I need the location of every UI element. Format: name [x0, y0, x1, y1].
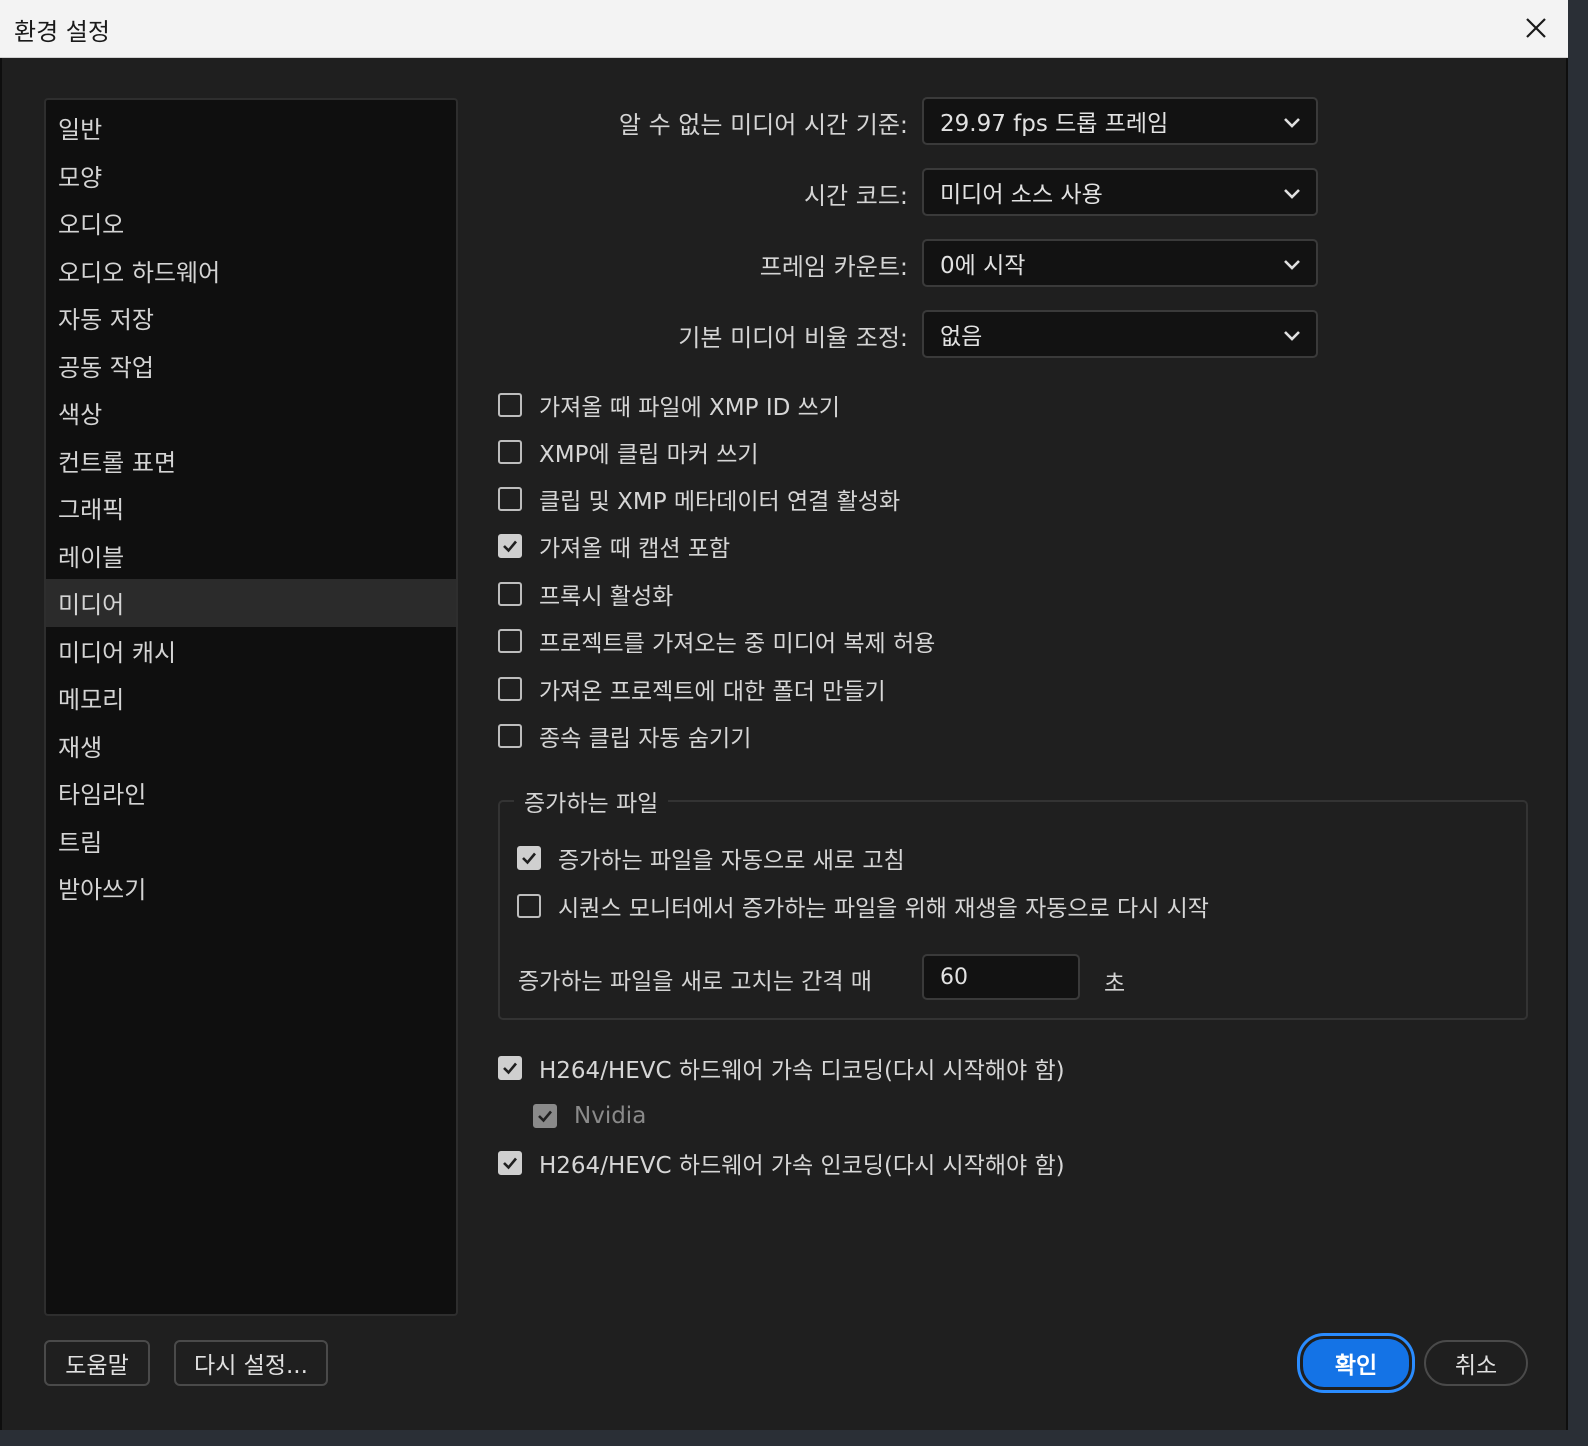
sidebar-item-collaboration[interactable]: 공동 작업 [46, 342, 456, 390]
hide-subclips-label: 종속 클립 자동 숨기기 [539, 726, 752, 752]
timecode-value: 미디어 소스 사용 [940, 182, 1103, 208]
timebase-label: 알 수 없는 미디어 시간 기준: [618, 111, 908, 139]
title-bar: 환경 설정 [0, 0, 1568, 58]
timecode-dropdown[interactable]: 미디어 소스 사용 [922, 168, 1318, 216]
auto-restart-option[interactable]: 시퀀스 모니터에서 증가하는 파일을 위해 재생을 자동으로 다시 시작 [517, 890, 1209, 922]
sidebar-item-appearance[interactable]: 모양 [46, 152, 456, 200]
nvidia-option: Nvidia [533, 1100, 646, 1132]
growing-files-legend: 증가하는 파일 [514, 784, 669, 818]
bins-label: 가져온 프로젝트에 대한 폴더 만들기 [539, 679, 886, 705]
hw-decode-checkbox[interactable] [498, 1056, 522, 1080]
ok-button[interactable]: 확인 [1300, 1336, 1412, 1390]
sidebar-item-media[interactable]: 미디어 [46, 579, 456, 627]
desktop-edge-bottom [0, 1430, 1588, 1446]
hw-encode-option[interactable]: H264/HEVC 하드웨어 가속 인코딩(다시 시작해야 함) [498, 1147, 1065, 1179]
auto-refresh-option[interactable]: 증가하는 파일을 자동으로 새로 고침 [517, 842, 905, 874]
window-title: 환경 설정 [14, 18, 110, 46]
close-button[interactable] [1518, 10, 1554, 46]
auto-refresh-label: 증가하는 파일을 자동으로 새로 고침 [558, 848, 905, 874]
xmp-id-option[interactable]: 가져올 때 파일에 XMP ID 쓰기 [498, 389, 840, 421]
sidebar-item-general[interactable]: 일반 [46, 104, 456, 152]
scaling-row: 기본 미디어 비율 조정: 없음 [502, 310, 1318, 358]
hw-encode-label: H264/HEVC 하드웨어 가속 인코딩(다시 시작해야 함) [539, 1153, 1065, 1179]
chevron-down-icon [1284, 260, 1300, 270]
sidebar-item-playback[interactable]: 재생 [46, 722, 456, 770]
timebase-dropdown[interactable]: 29.97 fps 드롭 프레임 [922, 97, 1318, 145]
xmp-link-label: 클립 및 XMP 메타데이터 연결 활성화 [539, 489, 901, 515]
checkmark-icon [538, 1110, 552, 1123]
captions-label: 가져올 때 캡션 포함 [539, 536, 731, 562]
timecode-row: 시간 코드: 미디어 소스 사용 [502, 168, 1318, 216]
sidebar-item-audio-hardware[interactable]: 오디오 하드웨어 [46, 247, 456, 295]
frame-count-label: 프레임 카운트: [759, 253, 908, 281]
refresh-interval-unit: 초 [1104, 971, 1126, 997]
hw-decode-label: H264/HEVC 하드웨어 가속 디코딩(다시 시작해야 함) [539, 1058, 1065, 1084]
chevron-down-icon [1284, 189, 1300, 199]
proxies-checkbox[interactable] [498, 582, 522, 606]
checkmark-icon [503, 1062, 517, 1075]
checkmark-icon [503, 540, 517, 553]
sidebar-item-audio[interactable]: 오디오 [46, 199, 456, 247]
xmp-id-checkbox[interactable] [498, 393, 522, 417]
nvidia-label: Nvidia [574, 1103, 647, 1129]
timecode-label: 시간 코드: [803, 182, 908, 210]
checkmark-icon [522, 852, 536, 865]
auto-restart-label: 시퀀스 모니터에서 증가하는 파일을 위해 재생을 자동으로 다시 시작 [558, 896, 1209, 922]
chevron-down-icon [1284, 331, 1300, 341]
xmp-markers-option[interactable]: XMP에 클립 마커 쓰기 [498, 436, 759, 468]
sidebar: 일반 모양 오디오 오디오 하드웨어 자동 저장 공동 작업 색상 컨트롤 표면… [44, 98, 458, 1316]
sidebar-item-trim[interactable]: 트림 [46, 817, 456, 865]
scaling-label: 기본 미디어 비율 조정: [678, 324, 908, 352]
checkmark-icon [503, 1157, 517, 1170]
duplicate-media-option[interactable]: 프로젝트를 가져오는 중 미디어 복제 허용 [498, 625, 935, 657]
sidebar-item-timeline[interactable]: 타임라인 [46, 769, 456, 817]
bins-option[interactable]: 가져온 프로젝트에 대한 폴더 만들기 [498, 673, 886, 705]
preferences-dialog: 일반 모양 오디오 오디오 하드웨어 자동 저장 공동 작업 색상 컨트롤 표면… [0, 58, 1568, 1430]
proxies-option[interactable]: 프록시 활성화 [498, 578, 673, 610]
captions-checkbox[interactable] [498, 534, 522, 558]
xmp-link-option[interactable]: 클립 및 XMP 메타데이터 연결 활성화 [498, 483, 900, 515]
xmp-markers-label: XMP에 클립 마커 쓰기 [539, 442, 759, 468]
hw-decode-option[interactable]: H264/HEVC 하드웨어 가속 디코딩(다시 시작해야 함) [498, 1052, 1065, 1084]
sidebar-item-graphics[interactable]: 그래픽 [46, 484, 456, 532]
reset-button[interactable]: 다시 설정... [174, 1340, 328, 1386]
close-icon [1526, 18, 1546, 38]
bins-checkbox[interactable] [498, 677, 522, 701]
sidebar-item-auto-save[interactable]: 자동 저장 [46, 294, 456, 342]
hide-subclips-option[interactable]: 종속 클립 자동 숨기기 [498, 720, 751, 752]
hw-encode-checkbox[interactable] [498, 1151, 522, 1175]
auto-restart-checkbox[interactable] [517, 894, 541, 918]
captions-option[interactable]: 가져올 때 캡션 포함 [498, 530, 730, 562]
hide-subclips-checkbox[interactable] [498, 724, 522, 748]
xmp-markers-checkbox[interactable] [498, 440, 522, 464]
sidebar-item-media-cache[interactable]: 미디어 캐시 [46, 627, 456, 675]
duplicate-media-label: 프로젝트를 가져오는 중 미디어 복제 허용 [539, 631, 936, 657]
sidebar-item-control-surface[interactable]: 컨트롤 표면 [46, 437, 456, 485]
sidebar-item-transcription[interactable]: 받아쓰기 [46, 864, 456, 912]
sidebar-item-labels[interactable]: 레이블 [46, 532, 456, 580]
xmp-link-checkbox[interactable] [498, 487, 522, 511]
sidebar-item-color[interactable]: 색상 [46, 389, 456, 437]
chevron-down-icon [1284, 118, 1300, 128]
scaling-value: 없음 [940, 324, 983, 350]
sidebar-item-memory[interactable]: 메모리 [46, 674, 456, 722]
refresh-interval-label: 증가하는 파일을 새로 고치는 간격 매 [518, 969, 872, 995]
cancel-button[interactable]: 취소 [1424, 1340, 1528, 1386]
xmp-id-label: 가져올 때 파일에 XMP ID 쓰기 [539, 395, 840, 421]
desktop-edge-right [1568, 0, 1588, 1446]
scaling-dropdown[interactable]: 없음 [922, 310, 1318, 358]
nvidia-checkbox [533, 1104, 557, 1128]
frame-count-value: 0에 시작 [940, 253, 1026, 279]
frame-count-row: 프레임 카운트: 0에 시작 [502, 239, 1318, 287]
duplicate-media-checkbox[interactable] [498, 629, 522, 653]
timebase-value: 29.97 fps 드롭 프레임 [940, 111, 1169, 137]
proxies-label: 프록시 활성화 [539, 584, 674, 610]
auto-refresh-checkbox[interactable] [517, 846, 541, 870]
frame-count-dropdown[interactable]: 0에 시작 [922, 239, 1318, 287]
help-button[interactable]: 도움말 [44, 1340, 150, 1386]
timebase-row: 알 수 없는 미디어 시간 기준: 29.97 fps 드롭 프레임 [502, 97, 1318, 145]
refresh-interval-input[interactable] [922, 954, 1080, 1000]
